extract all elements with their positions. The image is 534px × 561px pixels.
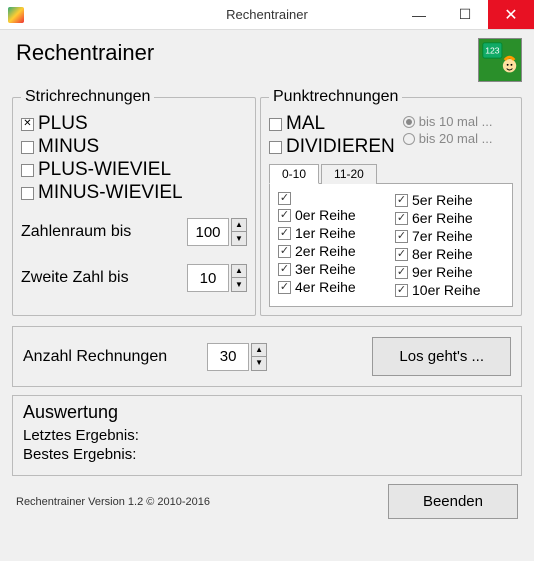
bestes-ergebnis-label: Bestes Ergebnis: — [23, 446, 511, 463]
titlebar: Rechentrainer — ☐ ✕ — [0, 0, 534, 30]
anzahl-input[interactable] — [207, 343, 249, 371]
reihe-l-5-label: 4er Reihe — [295, 279, 356, 295]
maximize-button[interactable]: ☐ — [442, 0, 488, 29]
reihe-r-0-label: 5er Reihe — [412, 192, 473, 208]
anzahl-up[interactable]: ▲ — [251, 343, 267, 357]
window-title: Rechentrainer — [226, 7, 308, 22]
zahlenraum-up[interactable]: ▲ — [231, 218, 247, 232]
strich-1-checkbox[interactable]: MINUS — [21, 136, 247, 158]
strich-legend: Strichrechnungen — [21, 88, 154, 106]
radio-icon — [403, 116, 415, 128]
reihe-r-3-label: 8er Reihe — [412, 246, 473, 262]
reihe-r-1-label: 6er Reihe — [412, 210, 473, 226]
checkbox-icon — [278, 281, 291, 294]
strich-3-checkbox[interactable]: MINUS-WIEVIEL — [21, 182, 247, 204]
checkbox-icon — [278, 192, 291, 205]
start-button[interactable]: Los geht's ... — [372, 337, 511, 376]
auswertung-group: Auswertung Letztes Ergebnis: Bestes Erge… — [12, 395, 522, 476]
strichrechnungen-group: Strichrechnungen PLUSMINUSPLUS-WIEVIELMI… — [12, 88, 256, 316]
zweite-zahl-label: Zweite Zahl bis — [21, 269, 181, 287]
reihe-l-0-checkbox[interactable] — [278, 192, 387, 205]
checkbox-icon — [21, 187, 34, 200]
punkt-radio-1[interactable]: bis 20 mal ... — [403, 131, 513, 146]
reihe-l-3-label: 2er Reihe — [295, 243, 356, 259]
checkbox-icon — [278, 209, 291, 222]
punktrechnungen-group: Punktrechnungen MALDIVIDIEREN bis 10 mal… — [260, 88, 522, 316]
reihe-l-2-label: 1er Reihe — [295, 225, 356, 241]
checkbox-icon — [395, 284, 408, 297]
zweite-zahl-down[interactable]: ▼ — [231, 278, 247, 292]
reihe-l-4-checkbox[interactable]: 3er Reihe — [278, 261, 387, 277]
version-label: Rechentrainer Version 1.2 © 2010-2016 — [16, 496, 210, 508]
auswertung-legend: Auswertung — [23, 402, 511, 423]
checkbox-icon — [278, 263, 291, 276]
window-controls: — ☐ ✕ — [396, 0, 534, 29]
punkt-op-0-checkbox[interactable]: MAL — [269, 113, 395, 135]
zweite-zahl-row: Zweite Zahl bis ▲ ▼ — [21, 264, 247, 292]
tab-11-20[interactable]: 11-20 — [321, 164, 377, 184]
strich-0-label: PLUS — [38, 113, 88, 135]
punkt-op-1-label: DIVIDIEREN — [286, 136, 395, 158]
checkbox-icon — [269, 141, 282, 154]
reihe-r-3-checkbox[interactable]: 8er Reihe — [395, 246, 504, 262]
zweite-zahl-input[interactable] — [187, 264, 229, 292]
radio-icon — [403, 133, 415, 145]
reihe-l-2-checkbox[interactable]: 1er Reihe — [278, 225, 387, 241]
checkbox-icon — [269, 118, 282, 131]
reihe-r-5-label: 10er Reihe — [412, 282, 481, 298]
zahlenraum-label: Zahlenraum bis — [21, 223, 181, 241]
anzahl-down[interactable]: ▼ — [251, 357, 267, 371]
anzahl-label: Anzahl Rechnungen — [23, 348, 167, 366]
svg-text:123: 123 — [485, 45, 500, 55]
reihe-l-5-checkbox[interactable]: 4er Reihe — [278, 279, 387, 295]
strich-3-label: MINUS-WIEVIEL — [38, 182, 183, 204]
zahlenraum-down[interactable]: ▼ — [231, 232, 247, 246]
checkbox-icon — [278, 227, 291, 240]
punkt-legend: Punktrechnungen — [269, 88, 402, 106]
strich-0-checkbox[interactable]: PLUS — [21, 113, 247, 135]
minimize-button[interactable]: — — [396, 0, 442, 29]
tab-0-10[interactable]: 0-10 — [269, 164, 319, 184]
strich-2-checkbox[interactable]: PLUS-WIEVIEL — [21, 159, 247, 181]
reihe-r-1-checkbox[interactable]: 6er Reihe — [395, 210, 504, 226]
zahlenraum-row: Zahlenraum bis ▲ ▼ — [21, 218, 247, 246]
reihe-r-4-checkbox[interactable]: 9er Reihe — [395, 264, 504, 280]
punkt-op-1-checkbox[interactable]: DIVIDIEREN — [269, 136, 395, 158]
reihe-r-4-label: 9er Reihe — [412, 264, 473, 280]
punkt-radio-1-label: bis 20 mal ... — [419, 131, 493, 146]
strich-2-label: PLUS-WIEVIEL — [38, 159, 171, 181]
reihen-panel: 0er Reihe 1er Reihe 2er Reihe 3er Reihe 4er … — [269, 183, 513, 307]
checkbox-icon — [21, 118, 34, 131]
punkt-radio-0[interactable]: bis 10 mal ... — [403, 114, 513, 129]
checkbox-icon — [21, 141, 34, 154]
reihe-r-0-checkbox[interactable]: 5er Reihe — [395, 192, 504, 208]
checkbox-icon — [278, 245, 291, 258]
letztes-ergebnis-label: Letztes Ergebnis: — [23, 427, 511, 444]
anzahl-group: Anzahl Rechnungen ▲ ▼ Los geht's ... — [12, 326, 522, 387]
checkbox-icon — [21, 164, 34, 177]
app-icon — [8, 7, 24, 23]
zweite-zahl-up[interactable]: ▲ — [231, 264, 247, 278]
checkbox-icon — [395, 212, 408, 225]
checkbox-icon — [395, 266, 408, 279]
reihe-r-5-checkbox[interactable]: 10er Reihe — [395, 282, 504, 298]
close-button[interactable]: ✕ — [488, 0, 534, 29]
zahlenraum-input[interactable] — [187, 218, 229, 246]
page-title: Rechentrainer — [16, 40, 154, 66]
strich-1-label: MINUS — [38, 136, 99, 158]
beenden-button[interactable]: Beenden — [388, 484, 518, 519]
reihe-l-3-checkbox[interactable]: 2er Reihe — [278, 243, 387, 259]
reihe-r-2-label: 7er Reihe — [412, 228, 473, 244]
reihe-l-4-label: 3er Reihe — [295, 261, 356, 277]
reihe-r-2-checkbox[interactable]: 7er Reihe — [395, 228, 504, 244]
checkbox-icon — [395, 230, 408, 243]
app-logo: 123 — [478, 38, 522, 82]
checkbox-icon — [395, 194, 408, 207]
checkbox-icon — [395, 248, 408, 261]
reihe-l-1-label: 0er Reihe — [295, 207, 356, 223]
punkt-op-0-label: MAL — [286, 113, 325, 135]
reihe-l-1-checkbox[interactable]: 0er Reihe — [278, 207, 387, 223]
punkt-radio-0-label: bis 10 mal ... — [419, 114, 493, 129]
